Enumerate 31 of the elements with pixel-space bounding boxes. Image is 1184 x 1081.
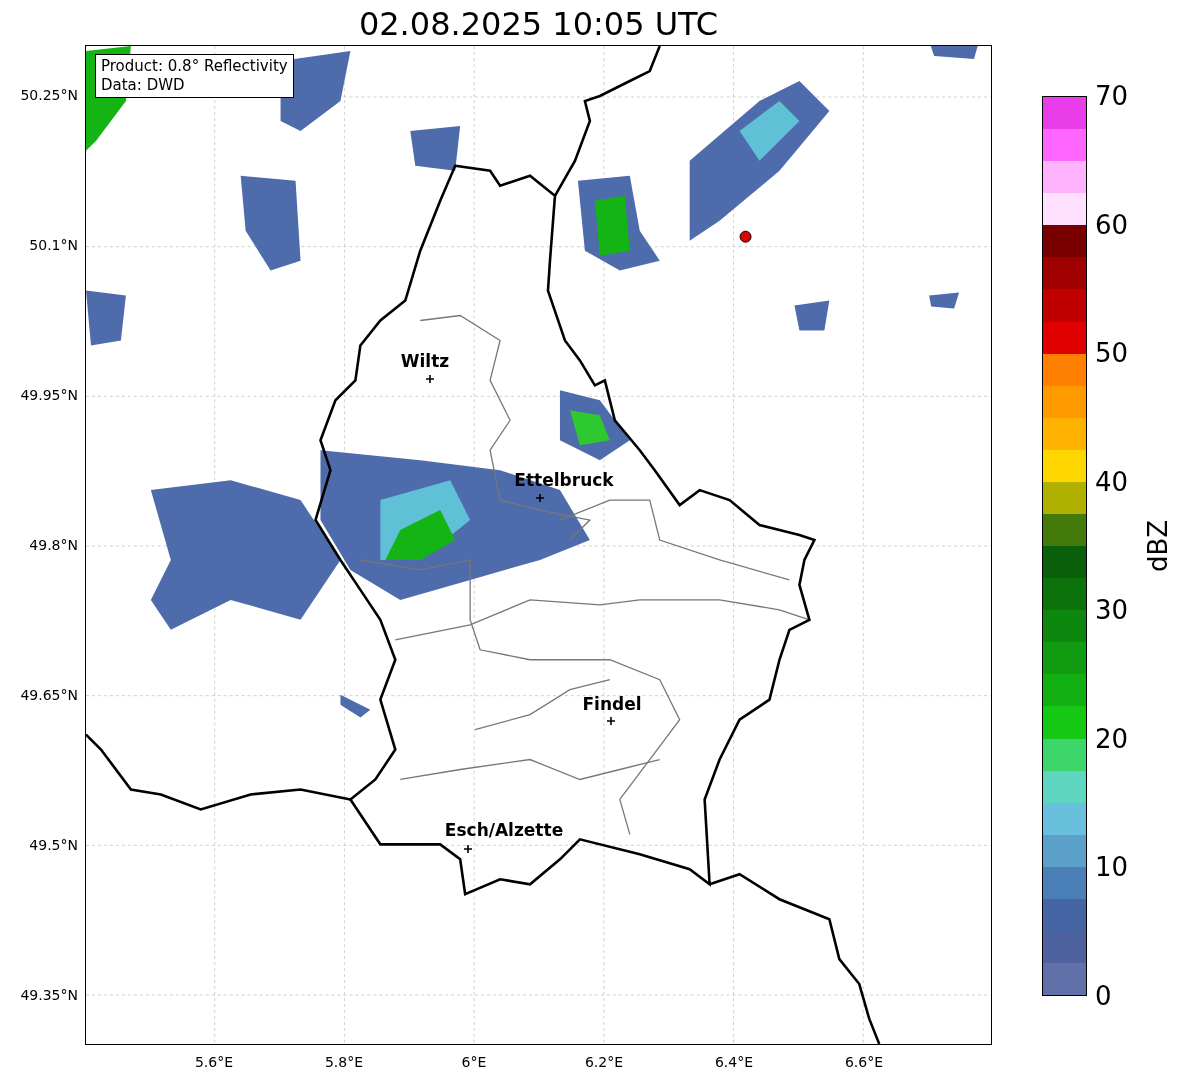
colorbar-tick-label: 0 — [1095, 983, 1112, 1009]
latitude-label: 49.8°N — [29, 538, 78, 552]
city-marker-icon — [464, 845, 472, 853]
longitude-label: 6.4°E — [714, 1055, 754, 1069]
city-label: Wiltz — [400, 353, 450, 370]
colorbar-tick-label: 50 — [1095, 340, 1129, 367]
longitude-label: 5.8°E — [324, 1055, 364, 1069]
city-label: Findel — [582, 696, 642, 713]
colorbar-tick-label: 60 — [1095, 211, 1129, 238]
city-marker-icon — [607, 717, 615, 725]
city-marker-icon — [536, 494, 544, 502]
latitude-label: 49.35°N — [20, 988, 78, 1002]
colorbar-tick-label: 70 — [1095, 83, 1129, 109]
longitude-label: 6.6°E — [844, 1055, 884, 1069]
longitude-label: 6°E — [461, 1055, 487, 1069]
city-marker-icon — [426, 375, 434, 383]
info-box: Product: 0.8° Reflectivity Data: DWD — [95, 54, 294, 98]
city-label: Esch/Alzette — [444, 822, 564, 839]
longitude-label: 5.6°E — [194, 1055, 234, 1069]
colorbar-tick-label: 30 — [1095, 597, 1129, 624]
colorbar-title: dBZ — [1145, 519, 1172, 573]
colorbar-tick-label: 40 — [1095, 468, 1129, 495]
latitude-label: 49.95°N — [20, 388, 78, 402]
latitude-label: 50.25°N — [20, 88, 78, 102]
longitude-label: 6.2°E — [584, 1055, 624, 1069]
chart-title: 02.08.2025 10:05 UTC — [358, 8, 719, 45]
latitude-label: 50.1°N — [29, 238, 78, 252]
latitude-label: 49.5°N — [29, 838, 78, 852]
latitude-label: 49.65°N — [20, 688, 78, 702]
colorbar-tick-label: 10 — [1095, 854, 1129, 881]
colorbar-tick-label: 20 — [1095, 725, 1129, 752]
